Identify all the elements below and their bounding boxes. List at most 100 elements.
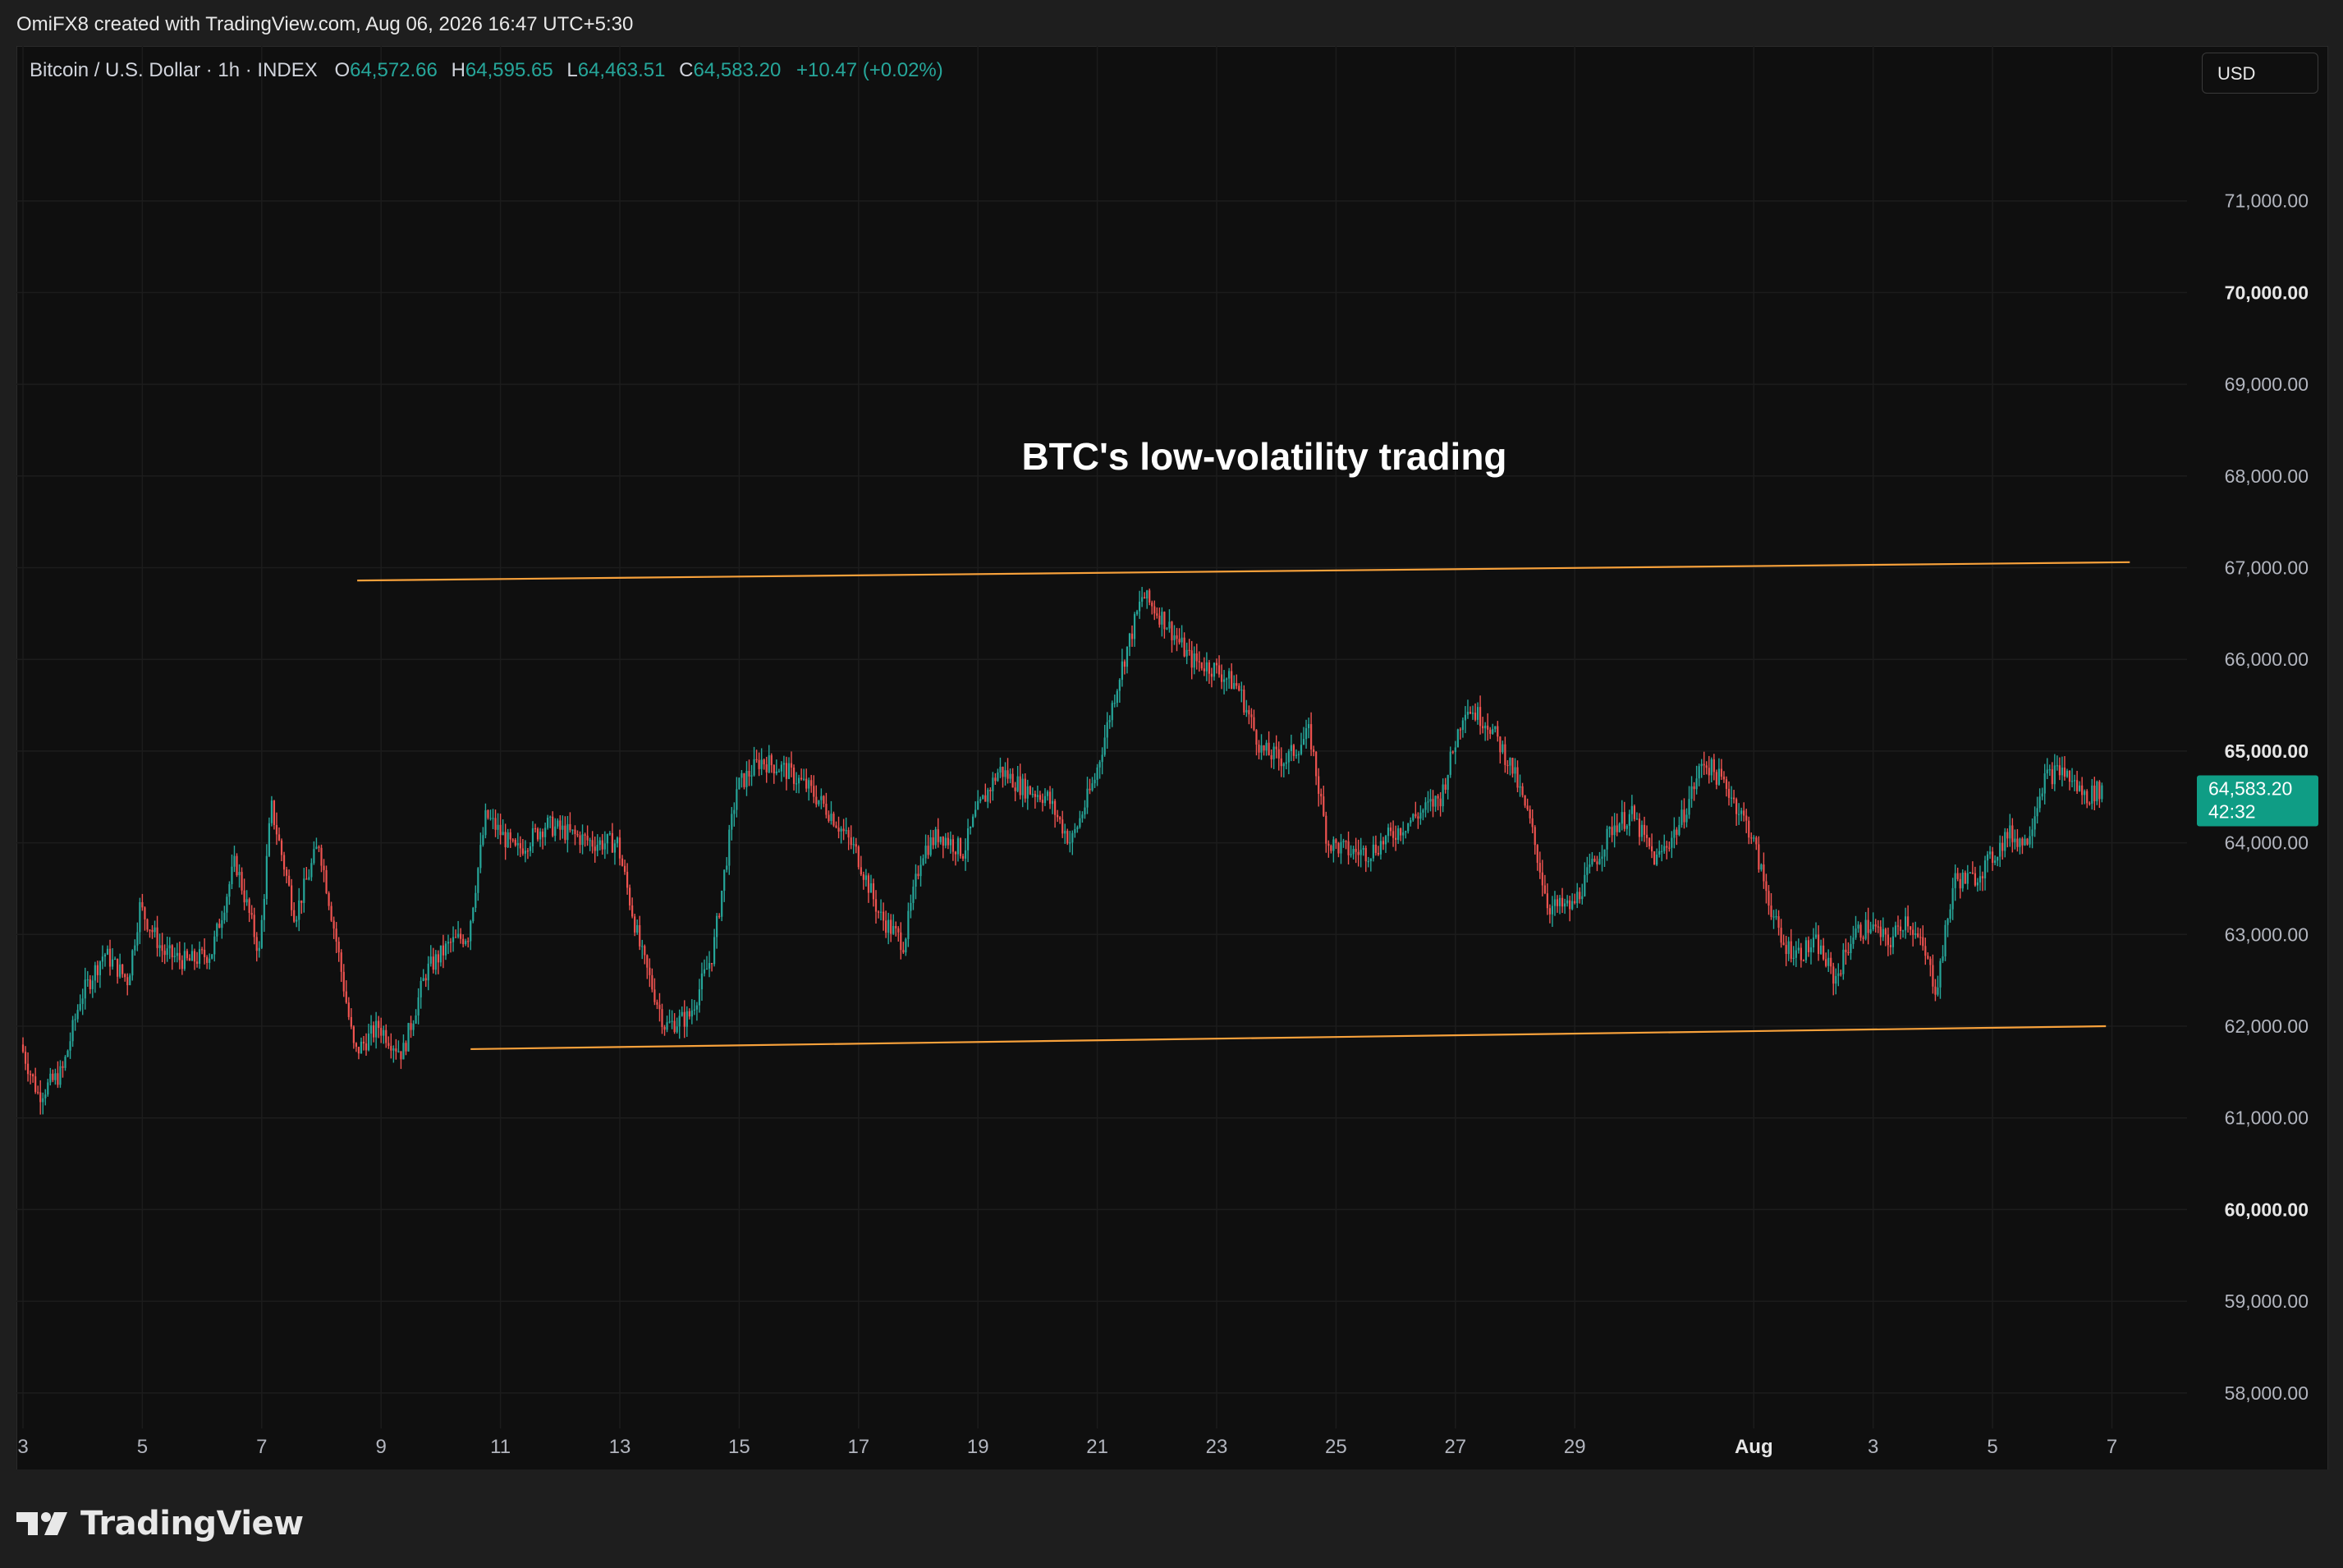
candle bbox=[598, 837, 601, 850]
candle bbox=[1978, 865, 1982, 891]
candle bbox=[1469, 706, 1472, 714]
tradingview-logo[interactable]: TradingView bbox=[16, 1499, 304, 1548]
candle bbox=[629, 884, 631, 910]
candle bbox=[810, 774, 813, 793]
candle bbox=[300, 900, 303, 915]
candle bbox=[1123, 659, 1126, 675]
candle bbox=[1456, 728, 1459, 748]
candle bbox=[1683, 798, 1685, 829]
candle bbox=[685, 1006, 688, 1037]
candle bbox=[862, 871, 864, 890]
candle bbox=[173, 947, 176, 963]
candle bbox=[313, 841, 315, 865]
candle bbox=[1743, 802, 1745, 822]
candle bbox=[340, 949, 342, 983]
candle bbox=[1203, 657, 1205, 676]
candle bbox=[367, 1024, 370, 1052]
candle bbox=[1589, 853, 1591, 873]
candle bbox=[99, 960, 102, 988]
candle bbox=[2041, 787, 2043, 800]
candle bbox=[1748, 816, 1750, 845]
candle bbox=[1621, 800, 1623, 831]
high-value: 64,595.65 bbox=[465, 59, 553, 81]
candle bbox=[81, 988, 84, 1016]
candle bbox=[236, 853, 238, 878]
candle bbox=[1285, 753, 1287, 770]
candle bbox=[956, 836, 960, 862]
currency-button[interactable]: USD bbox=[2202, 53, 2318, 94]
low-value: 64,463.51 bbox=[577, 59, 666, 81]
candle bbox=[330, 901, 332, 923]
candle bbox=[1894, 921, 1897, 938]
candle bbox=[204, 938, 206, 965]
candle bbox=[837, 816, 840, 839]
candle bbox=[770, 753, 773, 773]
symbol-legend[interactable]: Bitcoin / U.S. Dollar · 1h · INDEX O64,5… bbox=[30, 59, 943, 82]
candle bbox=[1141, 586, 1144, 607]
candle bbox=[1804, 937, 1808, 964]
candle bbox=[1546, 883, 1548, 915]
candle bbox=[1809, 938, 1813, 965]
time-axis[interactable]: 3 5 7 9 11 13 15 17 19 21 23 25 27 29 Aug 3 5 7 bbox=[17, 1436, 2117, 1458]
candle bbox=[405, 1040, 407, 1056]
price-axis-label: 67,000.00 bbox=[2225, 557, 2309, 579]
candle bbox=[1069, 831, 1071, 853]
candle bbox=[1705, 761, 1708, 775]
candle bbox=[1919, 928, 1922, 946]
candle bbox=[1700, 759, 1703, 778]
price-axis-label: 63,000.00 bbox=[2225, 924, 2309, 945]
candle bbox=[1775, 909, 1777, 920]
candle bbox=[245, 890, 248, 906]
candle bbox=[733, 802, 736, 827]
candle bbox=[1220, 664, 1223, 690]
candle bbox=[726, 857, 728, 873]
trendlines[interactable] bbox=[357, 561, 2130, 1051]
candle bbox=[1427, 791, 1429, 814]
tradingview-logo-icon bbox=[16, 1512, 67, 1535]
time-axis-label: 29 bbox=[1564, 1436, 1586, 1458]
candle bbox=[1238, 683, 1240, 692]
candle bbox=[178, 941, 181, 970]
candle bbox=[1004, 762, 1006, 786]
candle bbox=[1872, 912, 1874, 932]
candle bbox=[268, 817, 270, 858]
candle bbox=[1461, 717, 1464, 738]
candle bbox=[763, 759, 765, 770]
candle bbox=[1837, 963, 1840, 987]
candle bbox=[805, 768, 808, 792]
candle bbox=[1819, 939, 1823, 956]
candle bbox=[1850, 935, 1852, 961]
candle bbox=[1981, 871, 1984, 892]
candle bbox=[1459, 727, 1461, 740]
candle bbox=[972, 814, 974, 828]
candle bbox=[1666, 841, 1668, 860]
candle bbox=[1882, 917, 1884, 942]
candle bbox=[303, 868, 305, 913]
candle bbox=[1367, 856, 1369, 868]
candle bbox=[879, 899, 883, 921]
candle bbox=[134, 939, 136, 956]
candle bbox=[808, 777, 810, 801]
candle bbox=[129, 973, 131, 986]
candle bbox=[1364, 845, 1367, 873]
candle bbox=[323, 859, 325, 883]
candle bbox=[1727, 781, 1731, 806]
candle bbox=[2048, 764, 2051, 777]
candle bbox=[571, 829, 574, 835]
chart-annotation[interactable]: BTC's low-volatility trading bbox=[1021, 435, 1506, 478]
candle bbox=[2086, 789, 2089, 809]
candle bbox=[1292, 744, 1295, 762]
candle bbox=[494, 809, 497, 837]
candle bbox=[860, 855, 862, 877]
candle bbox=[1817, 925, 1820, 961]
candle bbox=[1974, 866, 1976, 887]
candle bbox=[559, 815, 562, 841]
candle bbox=[1569, 896, 1571, 922]
price-chart[interactable]: 71,000.00 70,000.00 69,000.00 68,000.00 67,0… bbox=[0, 0, 2343, 1469]
candle bbox=[1282, 762, 1285, 778]
candle bbox=[253, 907, 255, 945]
candle bbox=[716, 913, 718, 949]
candle bbox=[1864, 911, 1867, 941]
candle bbox=[1479, 695, 1482, 735]
candle bbox=[961, 853, 965, 861]
